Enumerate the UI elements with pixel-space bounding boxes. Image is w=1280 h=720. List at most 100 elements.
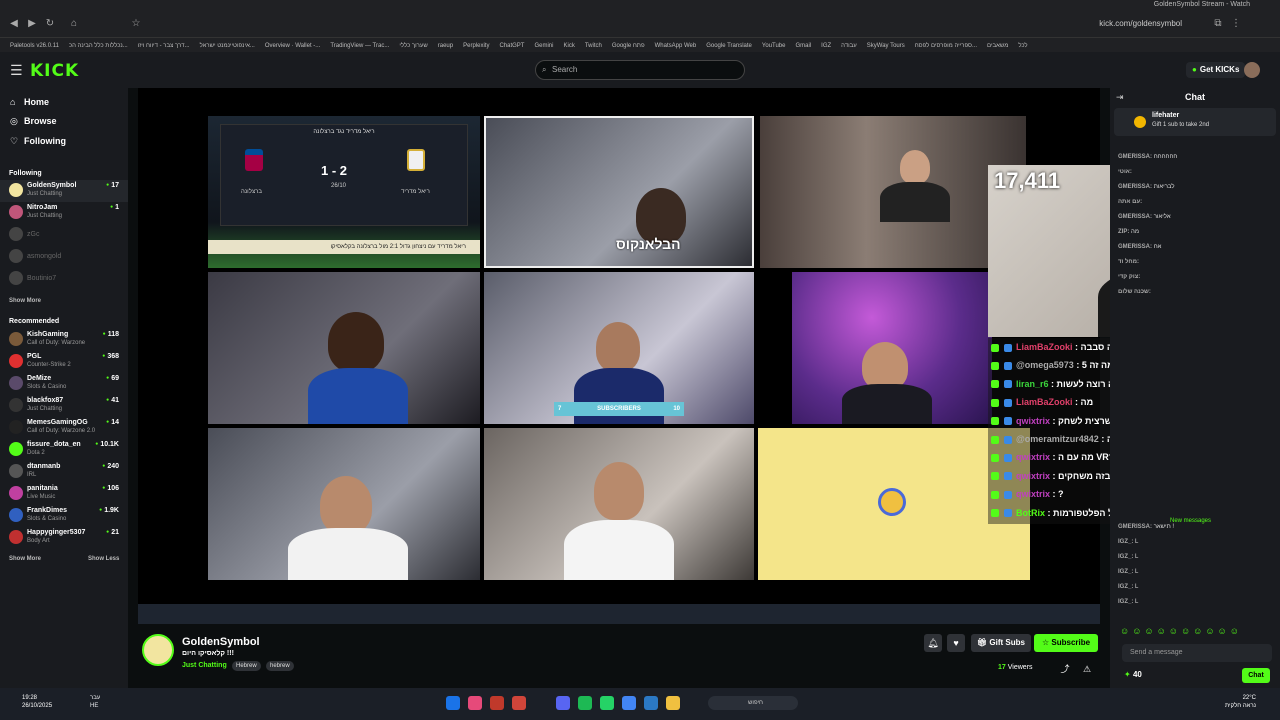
chat-user[interactable]: IGZ_:: [1118, 569, 1133, 575]
recommended-channel-demize[interactable]: DeMize Slots & Casino 69: [0, 373, 128, 395]
send-message-input[interactable]: Send a message: [1122, 644, 1272, 662]
bookmark-item[interactable]: ChatGPT: [499, 39, 524, 52]
recommended-channel-frankdimes[interactable]: FrankDimes Slots & Casino 1.9K: [0, 505, 128, 527]
show-more-recommended[interactable]: Show More: [9, 556, 41, 562]
address-bar[interactable]: kick.com/goldensymbol: [1099, 19, 1182, 28]
chat-user[interactable]: IGZ_:: [1118, 599, 1133, 605]
following-channel-nitrojam[interactable]: NitroJam Just Chatting 1: [0, 202, 128, 224]
recommended-channel-dtanmanb[interactable]: dtanmanb IRL 240: [0, 461, 128, 483]
report-icon[interactable]: ⚠: [1078, 660, 1096, 678]
edge-icon[interactable]: [644, 696, 658, 710]
spotify-icon[interactable]: [578, 696, 592, 710]
app-icon-2[interactable]: [512, 696, 526, 710]
bookmark-item[interactable]: Gemini: [534, 39, 553, 52]
show-less-recommended[interactable]: Show Less: [88, 556, 119, 562]
taskbar-search[interactable]: חיפוש: [708, 696, 798, 710]
chat-user[interactable]: GMERISSA:: [1118, 184, 1152, 190]
bookmark-item[interactable]: אינפוטיינמנט ישראל...: [200, 39, 255, 52]
kicks-balance[interactable]: ✦ 40: [1124, 670, 1142, 679]
language-indicator[interactable]: עבר HE: [90, 694, 100, 710]
bookmark-item[interactable]: IGZ: [821, 39, 831, 52]
emote-bar[interactable]: ☺☺☺☺☺☺☺☺☺☺: [1120, 626, 1280, 640]
extensions-icon[interactable]: ⧉: [1212, 18, 1224, 30]
chat-user[interactable]: עם אתה:: [1118, 199, 1142, 205]
bookmark-item[interactable]: WhatsApp Web: [655, 39, 697, 52]
gift-subs-button[interactable]: 🎁︎ Gift Subs: [971, 634, 1031, 652]
bookmark-item[interactable]: Overview · Wallet -...: [265, 39, 320, 52]
following-channel-zgc[interactable]: zGc: [0, 224, 128, 246]
file-explorer-icon[interactable]: [666, 696, 680, 710]
share-icon[interactable]: ⤴: [1056, 660, 1074, 678]
recommended-channel-memesgamingog[interactable]: MemesGamingOG Call of Duty: Warzone 2.0 14: [0, 417, 128, 439]
hamburger-menu-icon[interactable]: ☰: [10, 62, 23, 79]
bell-icon[interactable]: 🔔︎: [924, 634, 942, 652]
show-more-following[interactable]: Show More: [9, 298, 41, 304]
streamer-name[interactable]: GoldenSymbol: [182, 636, 260, 648]
bookmark-item[interactable]: YouTube: [762, 39, 786, 52]
search-input[interactable]: ⌕ Search: [535, 60, 745, 80]
bookmark-item[interactable]: Gmail: [795, 39, 811, 52]
bookmark-item[interactable]: נכללות כלל הבינה הכ...: [69, 39, 128, 52]
recommended-channel-happyginger5307[interactable]: Happyginger5307 Body Art 21: [0, 527, 128, 549]
chat-user[interactable]: IGZ_:: [1118, 539, 1133, 545]
bookmark-item[interactable]: דרך צבר - דיווח ויזו...: [138, 39, 190, 52]
chat-user[interactable]: GMERISSA:: [1118, 244, 1152, 250]
chrome-icon[interactable]: [622, 696, 636, 710]
recommended-channel-panitania[interactable]: panitania Live Music 106: [0, 483, 128, 505]
bookmark-item[interactable]: לכל: [1018, 39, 1027, 52]
nav-browse[interactable]: ◎ Browse: [10, 116, 57, 127]
following-channel-goldensymbol[interactable]: GoldenSymbol Just Chatting 17: [0, 180, 128, 202]
chat-user[interactable]: GMERISSA:: [1118, 524, 1152, 530]
get-kicks-button[interactable]: ● Get KICKs: [1186, 62, 1246, 78]
chat-send-button[interactable]: Chat: [1242, 668, 1270, 683]
bookmark-item[interactable]: Google פתח: [612, 39, 645, 52]
bookmark-item[interactable]: משאבים: [987, 39, 1008, 52]
following-channel-asmongold[interactable]: asmongold: [0, 246, 128, 268]
discord-icon[interactable]: [556, 696, 570, 710]
heart-follow-icon[interactable]: ♥: [947, 634, 965, 652]
chat-user[interactable]: שכנה שלום:: [1118, 289, 1151, 295]
bookmark-item[interactable]: raeup: [438, 39, 453, 52]
tag-hebrew-2[interactable]: hebrew: [266, 661, 294, 671]
stream-category[interactable]: Just Chatting: [182, 662, 227, 669]
star-icon[interactable]: ☆: [130, 18, 142, 30]
bookmark-item[interactable]: עבודה: [841, 39, 857, 52]
bookmark-item[interactable]: Paletools v26.0.11: [10, 39, 59, 52]
subscribe-button[interactable]: ☆ Subscribe: [1034, 634, 1099, 652]
chat-user[interactable]: אוטי:: [1118, 169, 1132, 175]
video-player[interactable]: ריאל מדריד נגד ברצלונה 1 - 2 26/10 ברצלו…: [138, 88, 1100, 624]
app-icon[interactable]: [490, 696, 504, 710]
user-avatar[interactable]: [1244, 62, 1260, 78]
new-messages-indicator[interactable]: New messages: [1170, 518, 1211, 524]
bookmark-item[interactable]: SkyWay Tours: [867, 39, 905, 52]
home-browser-icon[interactable]: ⌂: [68, 18, 80, 30]
bookmark-item[interactable]: ספרייה מופרסים לפסח...: [915, 39, 977, 52]
chat-user[interactable]: GMERISSA:: [1118, 214, 1152, 220]
nav-home[interactable]: ⌂ Home: [10, 97, 49, 107]
streamer-avatar[interactable]: [142, 634, 174, 666]
back-icon[interactable]: ◀: [8, 18, 20, 30]
tiktok-icon[interactable]: [468, 696, 482, 710]
recommended-channel-blackfox87[interactable]: blackfox87 Just Chatting 41: [0, 395, 128, 417]
bookmark-item[interactable]: Google Translate: [706, 39, 752, 52]
recommended-channel-fissure_dota_en[interactable]: fissure_dota_en Dota 2 10.1K: [0, 439, 128, 461]
chat-user[interactable]: ZIP:: [1118, 229, 1129, 235]
bookmark-item[interactable]: TradingView — Trac...: [330, 39, 389, 52]
recommended-channel-pgl[interactable]: PGL Counter-Strike 2 368: [0, 351, 128, 373]
reload-icon[interactable]: ↻: [44, 18, 56, 30]
recommended-channel-kishgaming[interactable]: KishGaming Call of Duty: Warzone 118: [0, 329, 128, 351]
chat-user[interactable]: צוק קדי:: [1118, 274, 1140, 280]
bookmark-item[interactable]: Kick: [563, 39, 574, 52]
chat-user[interactable]: IGZ_:: [1118, 554, 1133, 560]
chat-user[interactable]: GMERISSA:: [1118, 154, 1152, 160]
forward-icon[interactable]: ▶: [26, 18, 38, 30]
whatsapp-icon[interactable]: [600, 696, 614, 710]
bookmark-item[interactable]: Twitch: [585, 39, 602, 52]
bookmark-item[interactable]: Perplexity: [463, 39, 489, 52]
browser-tab-title[interactable]: GoldenSymbol Stream - Watch: [1154, 0, 1250, 10]
weather-widget[interactable]: 22°C נראה חלקית: [1216, 694, 1256, 710]
nav-following[interactable]: ♡ Following: [10, 136, 66, 147]
kick-logo[interactable]: KICK: [30, 61, 79, 81]
windows-start-icon[interactable]: [446, 696, 460, 710]
menu-dots-icon[interactable]: ⋮: [1230, 18, 1242, 30]
